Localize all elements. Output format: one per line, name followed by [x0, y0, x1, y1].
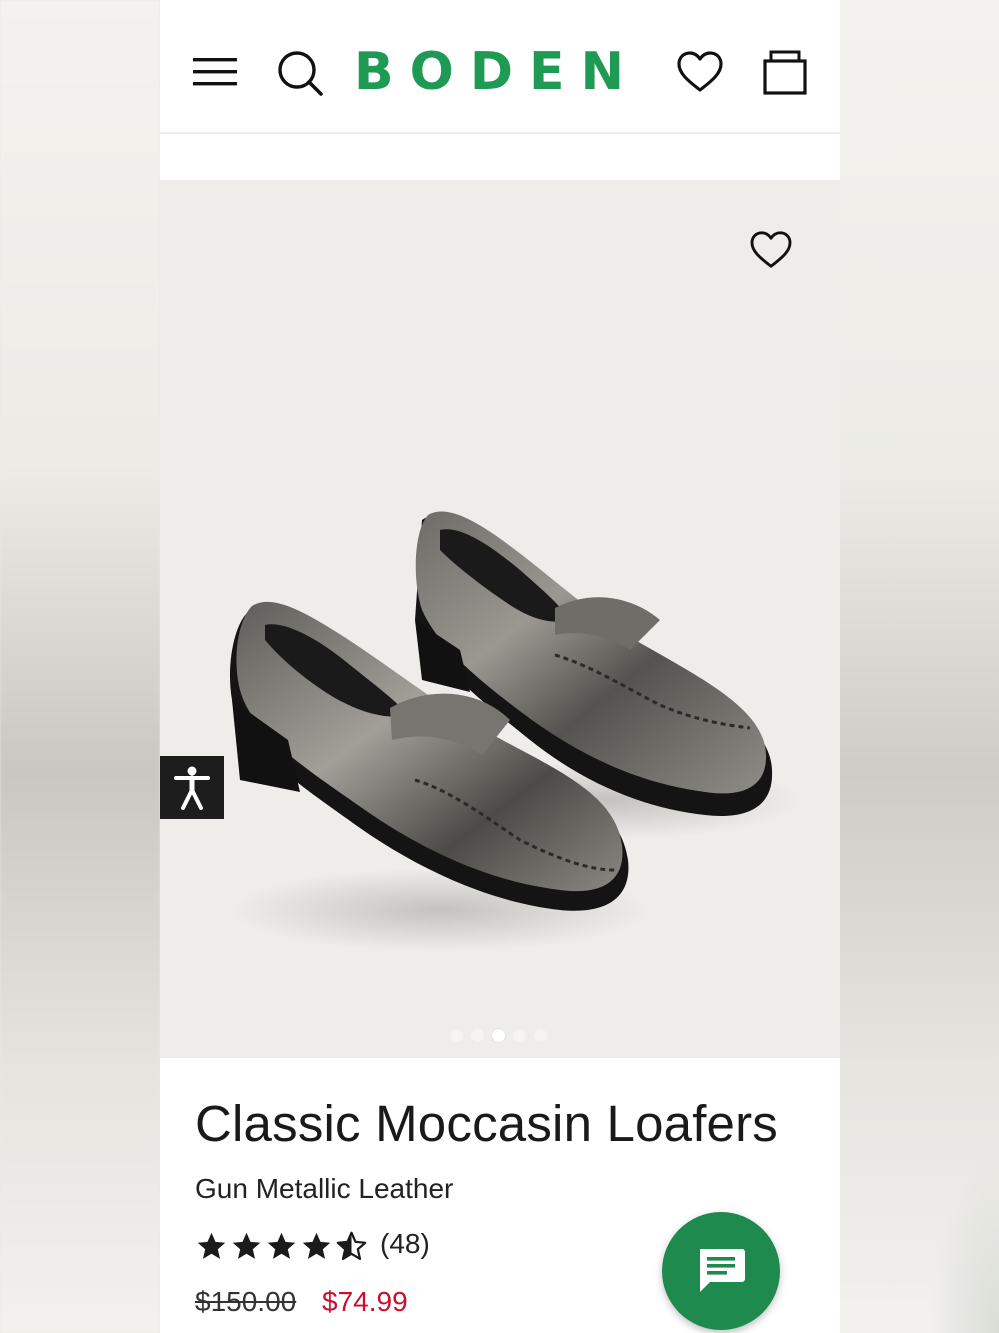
bag-icon[interactable]: [762, 48, 808, 96]
wishlist-heart-icon[interactable]: [676, 50, 724, 94]
star-full-icon: [302, 1232, 331, 1259]
chat-bubble-icon: [700, 1249, 745, 1292]
carousel-dot[interactable]: [534, 1028, 547, 1042]
star-half-icon: [336, 1231, 367, 1260]
brand-logo[interactable]: BODEN: [354, 40, 632, 104]
carousel-dot-active[interactable]: [492, 1028, 505, 1042]
accessibility-person-icon: [174, 766, 210, 810]
carousel-dot[interactable]: [513, 1028, 526, 1042]
star-full-icon: [232, 1232, 261, 1259]
carousel-dot[interactable]: [450, 1028, 463, 1042]
product-title: Classic Moccasin Loafers: [195, 1095, 779, 1152]
carousel-dots: [450, 1028, 550, 1042]
product-color: Gun Metallic Leather: [195, 1173, 454, 1204]
product-page: BODEN Classic Moccasin Loafers Gun Metal…: [160, 0, 840, 1333]
product-photo: [229, 511, 800, 952]
product-image-carousel[interactable]: [160, 180, 840, 1058]
rating-stars[interactable]: [195, 1226, 368, 1266]
background-blur-left: [0, 0, 160, 1333]
menu-icon[interactable]: [192, 50, 238, 94]
sale-price: $74.99: [322, 1286, 408, 1317]
product-info: Classic Moccasin Loafers Gun Metallic Le…: [160, 1058, 840, 1333]
background-blur-right: [840, 0, 999, 1333]
favorite-heart-icon[interactable]: [746, 228, 796, 272]
site-header: BODEN: [160, 0, 840, 134]
search-icon[interactable]: [276, 50, 324, 96]
review-count[interactable]: (48): [380, 1228, 430, 1260]
chat-button[interactable]: [662, 1212, 780, 1330]
carousel-dot[interactable]: [471, 1028, 484, 1042]
accessibility-button[interactable]: [160, 756, 224, 819]
original-price: $150.00: [195, 1286, 297, 1317]
star-full-icon: [197, 1232, 226, 1259]
star-full-icon: [267, 1232, 296, 1259]
